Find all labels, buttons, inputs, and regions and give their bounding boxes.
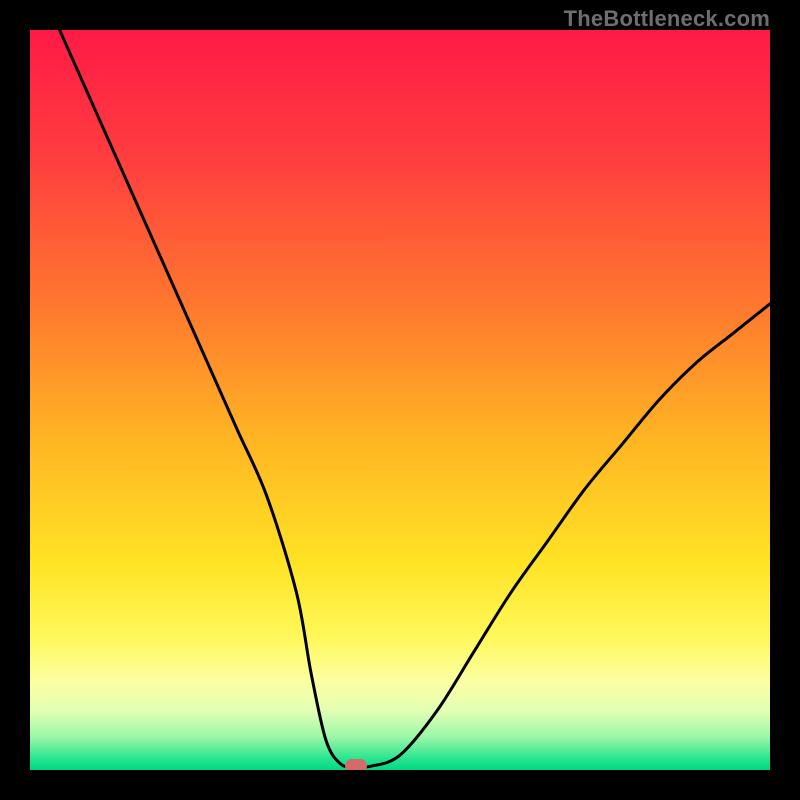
plot-area [30,30,770,770]
watermark-text: TheBottleneck.com [564,6,770,32]
chart-frame: TheBottleneck.com [0,0,800,800]
bottleneck-curve [60,30,770,767]
curve-layer [30,30,770,770]
minimum-marker [345,759,367,770]
